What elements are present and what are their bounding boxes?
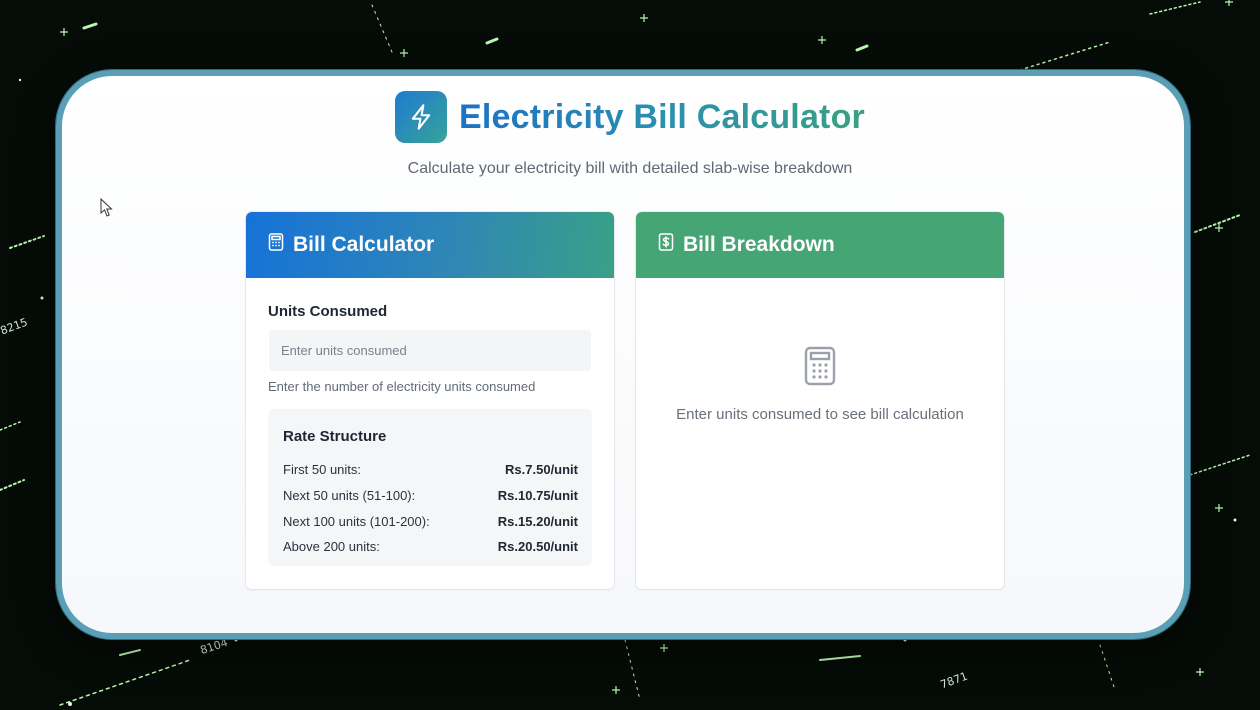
app-header: Electricity Bill Calculator (0, 90, 1260, 144)
page-title: Electricity Bill Calculator (459, 97, 865, 136)
bill-calculator-title: Bill Calculator (293, 233, 435, 256)
empty-state-message: Enter units consumed to see bill calcula… (676, 406, 964, 423)
receipt-dollar-icon (658, 233, 674, 257)
bill-breakdown-card: Bill Breakdown Enter units consumed to s… (636, 212, 1004, 589)
rate-slab-label: Next 100 units (101-200): (283, 513, 430, 529)
rate-row: First 50 units: Rs.7.50/unit (283, 457, 578, 483)
rate-slab-value: Rs.20.50/unit (497, 539, 578, 555)
rate-slab-label: First 50 units: (283, 462, 362, 478)
page-subtitle: Calculate your electricity bill with det… (407, 160, 853, 177)
rate-row: Next 100 units (101-200): Rs.15.20/unit (283, 508, 578, 534)
mouse-cursor-icon (100, 197, 114, 223)
bill-calculator-header: Bill Calculator (246, 212, 614, 278)
rate-slab-value: Rs.15.20/unit (497, 513, 578, 529)
rate-row: Above 200 units: Rs.20.50/unit (283, 534, 578, 560)
rate-structure-title: Rate Structure (283, 428, 387, 445)
units-helper-text: Enter the number of electricity units co… (268, 379, 536, 394)
units-consumed-label: Units Consumed (268, 303, 388, 320)
units-consumed-input[interactable] (269, 330, 591, 371)
rate-slab-label: Above 200 units: (283, 539, 380, 555)
rate-slab-value: Rs.7.50/unit (505, 462, 578, 478)
lightning-bolt-icon (395, 91, 447, 143)
app-window (56, 70, 1190, 639)
bill-breakdown-header: Bill Breakdown (636, 212, 1004, 278)
bill-calculator-card: Bill Calculator Units Consumed Enter the… (246, 212, 614, 589)
calculator-icon (268, 233, 284, 257)
rate-row: Next 50 units (51-100): Rs.10.75/unit (283, 483, 578, 509)
calculator-icon (804, 346, 836, 391)
rate-slab-label: Next 50 units (51-100): (283, 488, 416, 504)
rate-structure-panel: Rate Structure First 50 units: Rs.7.50/u… (268, 409, 592, 566)
rate-slab-value: Rs.10.75/unit (497, 488, 578, 504)
bill-breakdown-title: Bill Breakdown (683, 233, 835, 256)
